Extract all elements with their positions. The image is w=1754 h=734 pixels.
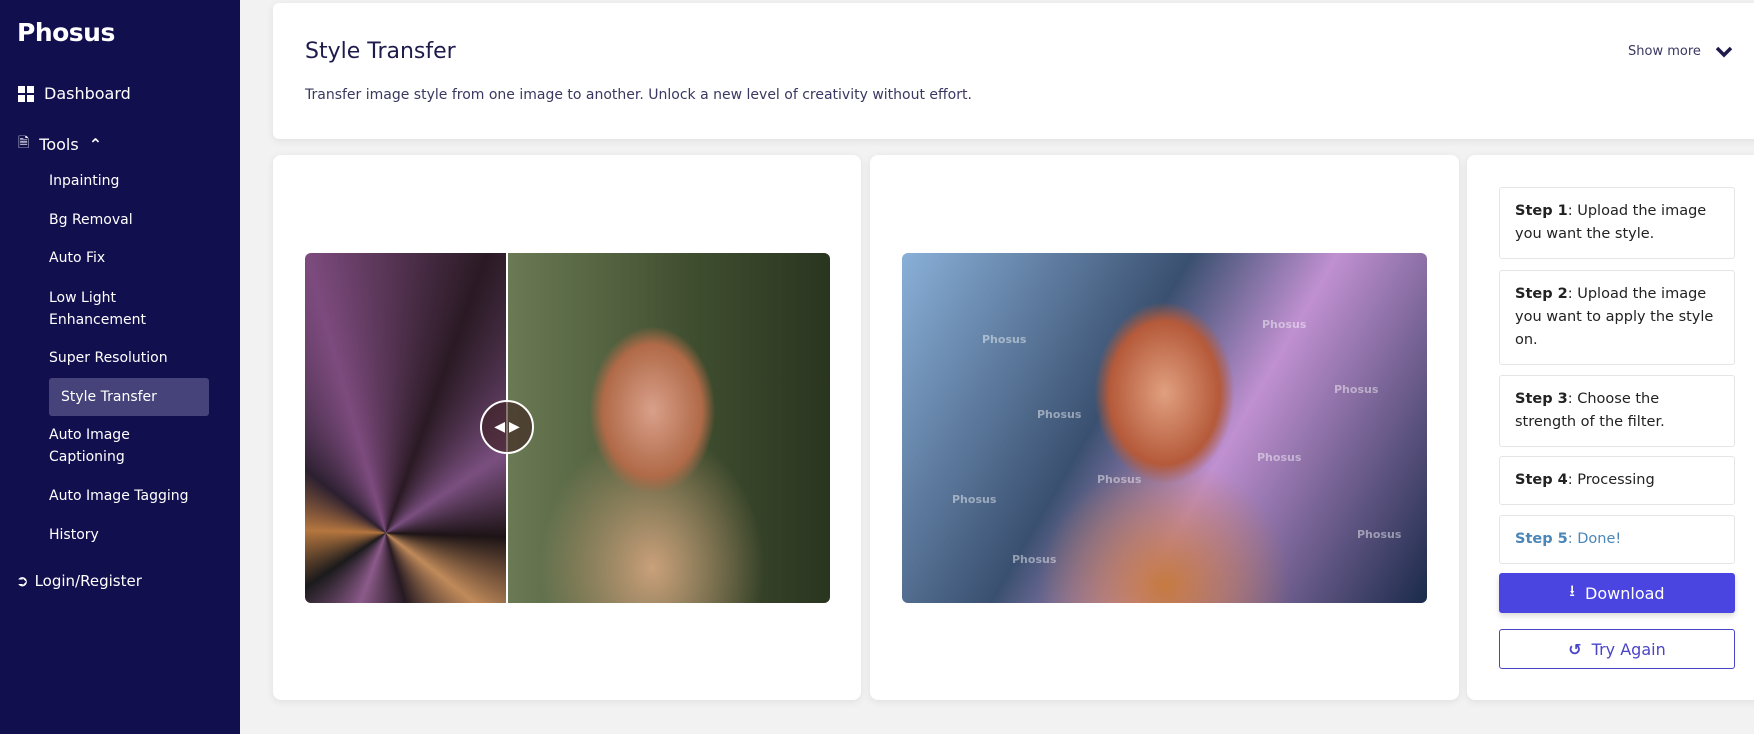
comparison-image: ◀ ▶ (305, 253, 830, 603)
step-1: Step 1: Upload the image you want the st… (1499, 187, 1735, 259)
file-code-icon: 🗎 (18, 135, 30, 151)
sidebar-item-inpainting[interactable]: Inpainting (49, 170, 119, 192)
watermark: Phosus (952, 493, 997, 506)
sidebar-item-low-light-enhancement[interactable]: Low Light Enhancement (49, 287, 159, 331)
download-button[interactable]: ⭳ Download (1499, 573, 1735, 613)
comparison-slider-handle[interactable]: ◀ ▶ (480, 400, 534, 454)
sidebar-item-label: Login/Register (34, 572, 142, 590)
watermark: Phosus (1334, 383, 1379, 396)
watermark: Phosus (1012, 553, 1057, 566)
sidebar-item-auto-image-captioning[interactable]: Auto Image Captioning (49, 424, 159, 468)
page-title: Style Transfer (305, 39, 456, 64)
chevron-down-icon (1715, 46, 1733, 57)
sidebar: Phosus Dashboard 🗎 Tools ⌃ Inpainting Bg… (0, 0, 240, 734)
show-more-button[interactable]: Show more (1628, 44, 1733, 59)
step-2: Step 2: Upload the image you want to app… (1499, 270, 1735, 365)
try-again-label: Try Again (1591, 639, 1666, 659)
sidebar-item-tools[interactable]: 🗎 Tools ⌃ (18, 132, 102, 156)
undo-icon: ↺ (1568, 639, 1582, 659)
show-more-label: Show more (1628, 44, 1701, 59)
step-5: Step 5: Done! (1499, 515, 1735, 564)
sidebar-item-login[interactable]: ➲ Login/Register (16, 572, 142, 590)
watermark: Phosus (1037, 408, 1082, 421)
download-icon: ⭳ (1569, 580, 1576, 600)
sidebar-item-auto-image-tagging[interactable]: Auto Image Tagging (49, 485, 189, 507)
page-description: Transfer image style from one image to a… (305, 87, 972, 103)
sidebar-item-style-transfer[interactable]: Style Transfer (49, 378, 209, 416)
sidebar-item-auto-fix[interactable]: Auto Fix (49, 247, 105, 269)
dashboard-icon (18, 85, 34, 102)
sidebar-item-bg-removal[interactable]: Bg Removal (49, 209, 133, 231)
style-image (305, 253, 507, 603)
watermark: Phosus (1262, 318, 1307, 331)
logo: Phosus (17, 18, 115, 47)
result-card: Phosus Phosus Phosus Phosus Phosus Phosu… (870, 155, 1459, 700)
content-image (507, 253, 830, 603)
arrow-left-icon: ◀ (494, 419, 505, 435)
watermark: Phosus (1097, 473, 1142, 486)
watermark: Phosus (982, 333, 1027, 346)
sidebar-item-super-resolution[interactable]: Super Resolution (49, 347, 168, 369)
arrow-right-icon: ▶ (509, 419, 520, 435)
sign-in-icon: ➲ (16, 572, 29, 590)
sidebar-item-history[interactable]: History (49, 524, 99, 546)
step-4: Step 4: Processing (1499, 456, 1735, 505)
watermark: Phosus (1257, 451, 1302, 464)
sidebar-item-dashboard[interactable]: Dashboard (18, 84, 131, 103)
chevron-up-icon: ⌃ (88, 134, 103, 154)
result-image: Phosus Phosus Phosus Phosus Phosus Phosu… (902, 253, 1427, 603)
compare-card: ◀ ▶ (273, 155, 861, 700)
sidebar-item-label: Dashboard (44, 84, 131, 103)
step-3: Step 3: Choose the strength of the filte… (1499, 375, 1735, 447)
download-label: Download (1585, 583, 1665, 603)
try-again-button[interactable]: ↺ Try Again (1499, 629, 1735, 669)
sidebar-item-label: Tools (39, 134, 79, 154)
header-card: Style Transfer Transfer image style from… (273, 3, 1754, 139)
steps-card: Step 1: Upload the image you want the st… (1467, 155, 1754, 700)
watermark: Phosus (1357, 528, 1402, 541)
